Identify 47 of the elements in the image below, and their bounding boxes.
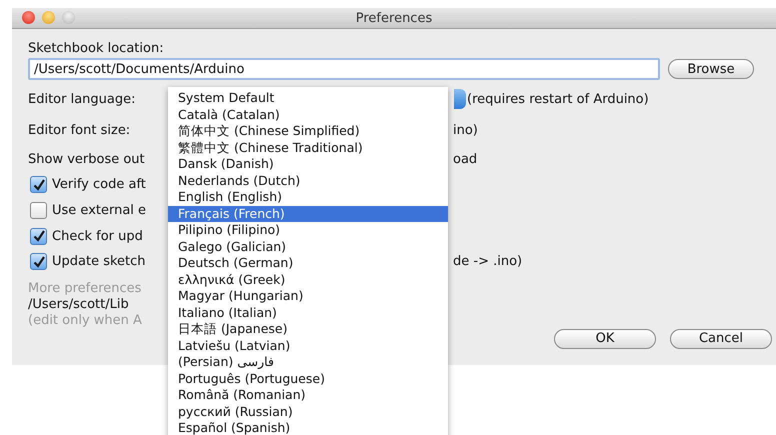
menu-item[interactable]: Galego (Galician) (168, 238, 448, 255)
menu-item[interactable]: Deutsch (German) (168, 255, 448, 272)
checkbox-label-end: de -> .ino) (453, 254, 524, 270)
dialog-button[interactable]: Cancel (670, 328, 772, 349)
checkbox-label: Use external e (52, 203, 146, 218)
menu-item[interactable]: Español (Spanish) (168, 420, 448, 435)
menu-item[interactable]: Nederlands (Dutch) (168, 172, 448, 189)
menu-item[interactable]: Latviešu (Latvian) (168, 338, 448, 354)
preferences-path: /Users/scott/Lib (28, 296, 129, 313)
menu-item[interactable]: 日本語 (Japanese) (168, 321, 448, 338)
checkbox[interactable] (30, 253, 47, 270)
language-label: Editor language: (28, 92, 137, 106)
menu-item[interactable]: русский (Russian) (168, 404, 448, 420)
checkbox[interactable] (30, 176, 47, 194)
verbose-options: oad (453, 152, 776, 166)
menu-item[interactable]: Magyar (Hungarian) (168, 288, 448, 304)
edit-hint: (edit only when A (28, 312, 142, 329)
checkbox[interactable] (30, 202, 47, 220)
menu-item[interactable]: ελληνικά (Greek) (168, 272, 448, 288)
dialog-button[interactable]: OK (554, 328, 656, 349)
menu-item[interactable]: English (English) (168, 189, 448, 206)
menu-item[interactable]: 繁體中文 (Chinese Traditional) (168, 140, 448, 156)
menu-item[interactable]: 简体中文 (Chinese Simplified) (168, 123, 448, 140)
menu-item[interactable]: Català (Catalan) (168, 106, 448, 123)
font-size-label: Editor font size: (28, 122, 132, 138)
checkbox-label: Update sketch (52, 254, 146, 270)
menu-item[interactable]: Română (Romanian) (168, 387, 448, 404)
menu-item[interactable]: Português (Portuguese) (168, 370, 448, 387)
menu-item[interactable]: (Persian) فارسی (168, 354, 448, 370)
menu-item[interactable]: Pilipino (Filipino) (168, 222, 448, 238)
verbose-label: Show verbose out (28, 152, 146, 166)
browse-button[interactable]: Browse (668, 59, 754, 79)
menu-item[interactable]: Français (French) (168, 206, 448, 222)
checkbox-label: Verify code aft (52, 177, 146, 192)
checkbox-label: Check for upd (52, 228, 143, 244)
sketchbook-label: Sketchbook location: (28, 40, 164, 56)
more-preferences-text: More preferences (28, 280, 142, 297)
font-size-note: ino) (453, 122, 479, 138)
language-select[interactable] (454, 89, 466, 109)
restart-note: (requires restart of Arduino) (467, 92, 650, 106)
menu-item[interactable]: System Default (168, 90, 448, 106)
window-title: Preferences (356, 10, 432, 26)
checkbox[interactable] (30, 228, 47, 245)
menu-item[interactable]: Dansk (Danish) (168, 156, 448, 172)
close-icon[interactable] (22, 11, 35, 24)
menu-item[interactable]: Italiano (Italian) (168, 304, 448, 321)
sketchbook-field[interactable]: /Users/scott/Documents/Arduino (28, 58, 660, 80)
